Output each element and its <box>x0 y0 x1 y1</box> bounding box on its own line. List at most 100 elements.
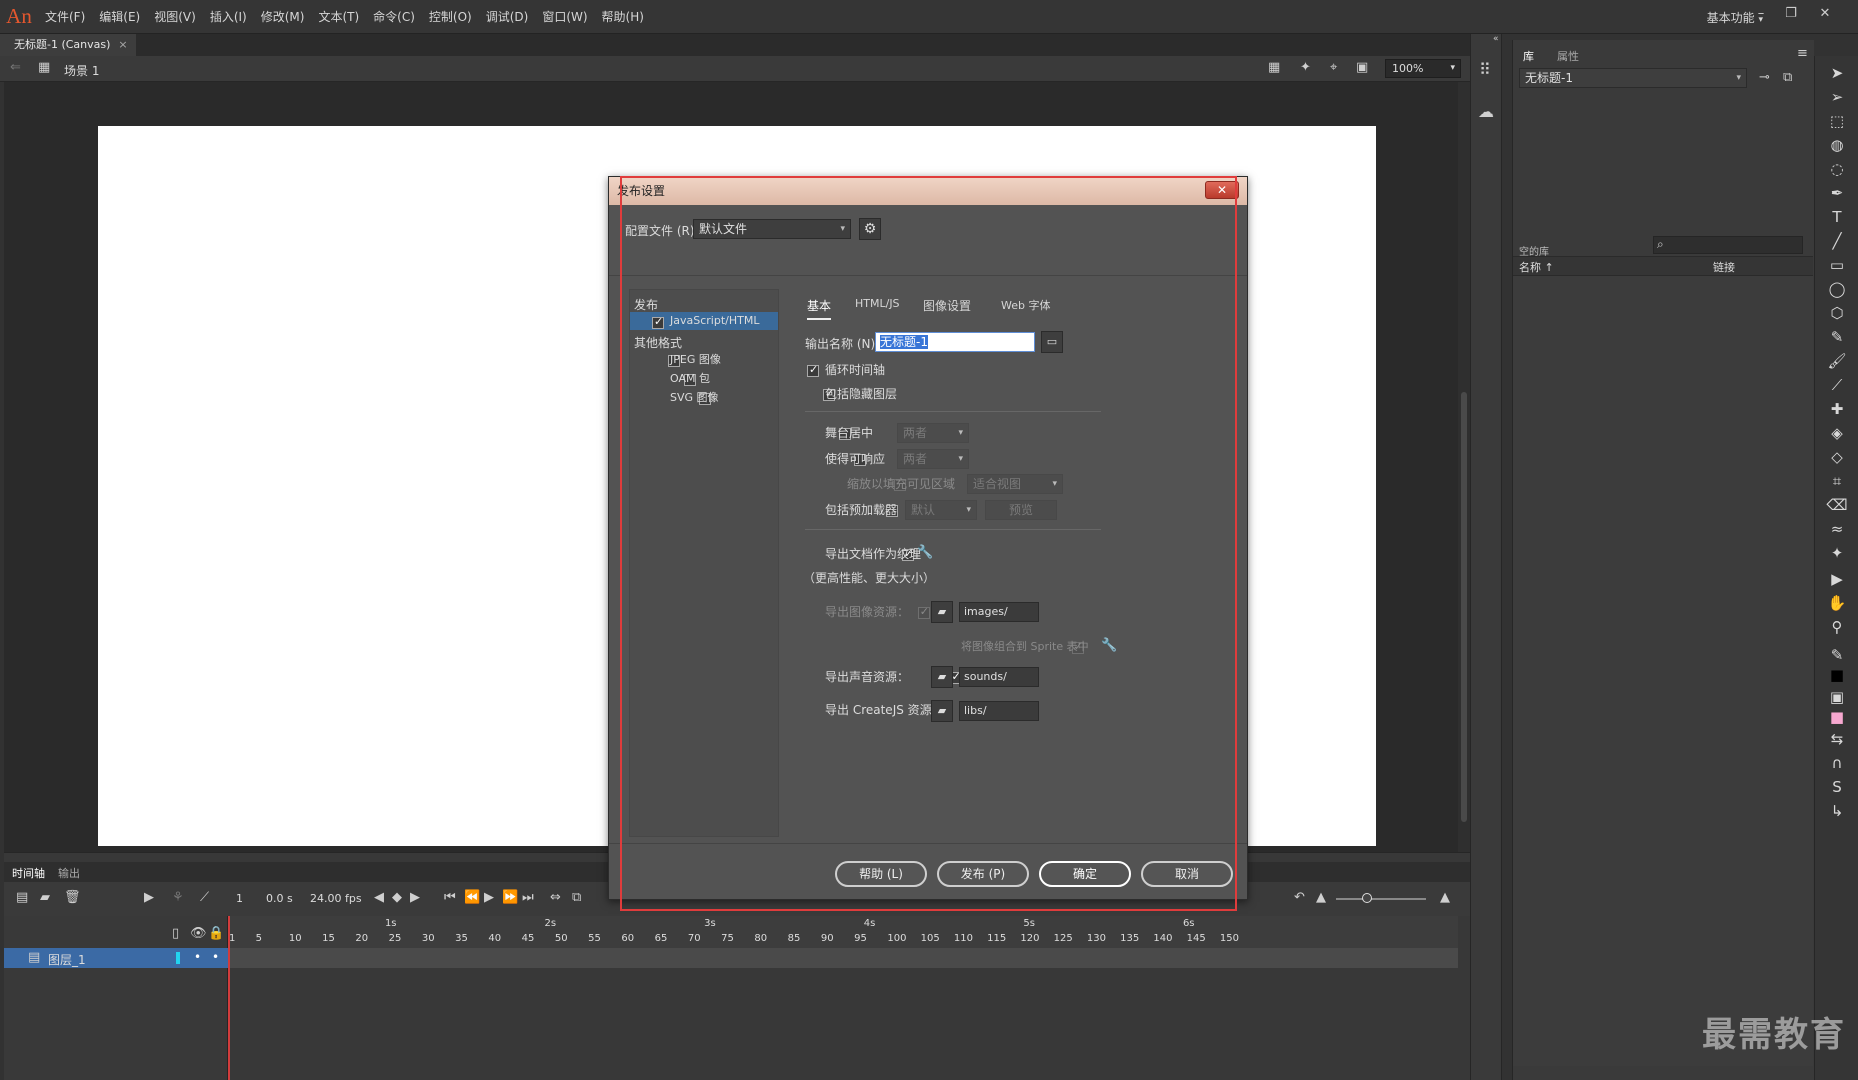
next-keyframe-icon[interactable]: ▶ <box>410 890 420 905</box>
menu-item-1[interactable]: 编辑(E) <box>92 0 147 34</box>
color-swatches-icon[interactable]: ⠿ <box>1479 60 1491 79</box>
fill-swatch-icon[interactable]: ■ <box>1823 706 1851 728</box>
ink-bottle-icon[interactable]: ◇ <box>1823 446 1851 468</box>
camera-icon[interactable]: ▶ <box>1823 568 1851 590</box>
zoom-in-icon[interactable]: ▲ <box>1440 890 1450 905</box>
camera-icon[interactable]: ▶ <box>144 890 154 905</box>
eraser-icon[interactable]: ⌫ <box>1823 494 1851 516</box>
column-linkage[interactable]: 链接 <box>1713 259 1735 275</box>
straighten-icon[interactable]: ↳ <box>1823 800 1851 822</box>
menu-item-0[interactable]: 文件(F) <box>38 0 92 34</box>
timeline-ruler[interactable]: 1 5 10 15 20 25 30 35 40 45 50 55 60 65 70 75 80 85 90 95 10… <box>228 916 1458 948</box>
onion-skin-icon[interactable]: ⧉ <box>572 890 581 905</box>
play-icon[interactable]: ▶ <box>484 890 494 905</box>
text-icon[interactable]: T <box>1823 206 1851 228</box>
layer-frames[interactable] <box>228 948 1458 968</box>
line-icon[interactable]: ╱ <box>1823 230 1851 252</box>
layer-row[interactable]: ▤ 图层_1 • • <box>4 948 228 968</box>
stage-vertical-scrollbar[interactable] <box>1458 82 1470 852</box>
panel-menu-icon[interactable]: ≡ <box>1797 46 1808 61</box>
menu-item-5[interactable]: 文本(T) <box>311 0 366 34</box>
new-folder-icon[interactable]: ▰ <box>40 890 50 905</box>
rectangle-icon[interactable]: ▭ <box>1823 254 1851 276</box>
back-arrow-icon[interactable]: ⇐ <box>10 60 21 75</box>
zoom-slider[interactable] <box>1336 898 1426 900</box>
menu-item-6[interactable]: 命令(C) <box>366 0 422 34</box>
menu-item-4[interactable]: 修改(M) <box>254 0 312 34</box>
maximize-button[interactable]: ❐ <box>1776 2 1806 26</box>
menu-item-10[interactable]: 帮助(H) <box>595 0 651 34</box>
frame-rate[interactable]: 24.00 fps <box>310 892 362 905</box>
menu-item-8[interactable]: 调试(D) <box>479 0 536 34</box>
smooth-icon[interactable]: S <box>1823 776 1851 798</box>
last-frame-icon[interactable]: ⏭ <box>522 890 534 905</box>
new-library-panel-icon[interactable]: ⧉ <box>1783 70 1792 85</box>
minimize-button[interactable]: – <box>1746 2 1776 26</box>
layer-name[interactable]: 图层_1 <box>48 951 86 968</box>
free-transform-icon[interactable]: ⬚ <box>1823 110 1851 132</box>
polystar-icon[interactable]: ⬡ <box>1823 302 1851 324</box>
new-layer-icon[interactable]: ▤ <box>16 890 28 905</box>
menu-item-2[interactable]: 视图(V) <box>147 0 203 34</box>
pencil-icon[interactable]: ✎ <box>1823 326 1851 348</box>
edit-symbol-icon[interactable]: ✦ <box>1300 60 1311 75</box>
fill-icon[interactable]: ▣ <box>1823 686 1851 708</box>
3d-rotation-icon[interactable]: ◍ <box>1823 134 1851 156</box>
step-back-icon[interactable]: ⏪ <box>464 890 480 905</box>
undo-icon[interactable]: ↶ <box>1294 890 1305 905</box>
parenting-icon[interactable]: ⚘ <box>172 890 184 905</box>
zoom-slider-handle[interactable] <box>1362 893 1372 903</box>
stroke-color-icon[interactable]: ✎ <box>1823 644 1851 666</box>
pen-icon[interactable]: ✒ <box>1823 182 1851 204</box>
paint-bucket-icon[interactable]: ◈ <box>1823 422 1851 444</box>
brush-icon[interactable]: ⟋ <box>1823 374 1851 396</box>
swap-colors-icon[interactable]: ⇆ <box>1823 728 1851 750</box>
creative-cloud-icon[interactable]: ☁ <box>1478 102 1494 121</box>
paint-brush-icon[interactable]: 🖌 <box>1823 350 1851 372</box>
oval-icon[interactable]: ◯ <box>1823 278 1851 300</box>
lock-icon[interactable]: 🔒 <box>208 926 224 941</box>
clip-icon[interactable]: ▣ <box>1356 60 1368 75</box>
edit-scene-icon[interactable]: ▦ <box>1268 60 1280 75</box>
selection-tool-icon[interactable]: ➤ <box>1823 62 1851 84</box>
lasso-icon[interactable]: ◌ <box>1823 158 1851 180</box>
graph-icon[interactable]: ⟋ <box>200 890 209 905</box>
first-frame-icon[interactable]: ⏮ <box>444 890 456 905</box>
zoom-icon[interactable]: ⚲ <box>1823 616 1851 638</box>
library-search-input[interactable] <box>1653 236 1803 254</box>
prev-keyframe-icon[interactable]: ◀ <box>374 890 384 905</box>
stroke-swatch-icon[interactable]: ■ <box>1823 664 1851 686</box>
playhead[interactable] <box>228 916 230 1080</box>
visibility-dot[interactable]: • <box>194 950 201 964</box>
lock-dot[interactable]: • <box>212 950 219 964</box>
current-time[interactable]: 0.0 s <box>266 892 293 905</box>
asset-warp-icon[interactable]: ✦ <box>1823 542 1851 564</box>
step-forward-icon[interactable]: ⏩ <box>502 890 518 905</box>
column-name[interactable]: 名称 ↑ <box>1519 259 1554 275</box>
outline-icon[interactable]: ▯ <box>172 926 179 941</box>
current-frame[interactable]: 1 <box>236 892 243 905</box>
tab-properties[interactable]: 属性 <box>1557 48 1579 64</box>
document-tab[interactable]: 无标题-1 (Canvas) × <box>0 34 136 56</box>
scrollbar-thumb[interactable] <box>1461 392 1467 822</box>
collapse-panels-icon[interactable]: « <box>1493 34 1499 44</box>
menu-item-9[interactable]: 窗口(W) <box>535 0 594 34</box>
tab-timeline[interactable]: 时间轴 <box>12 865 45 881</box>
hand-icon[interactable]: ✋ <box>1823 592 1851 614</box>
close-tab-icon[interactable]: × <box>118 38 127 51</box>
subselection-tool-icon[interactable]: ➢ <box>1823 86 1851 108</box>
snap-icon[interactable]: ∩ <box>1823 752 1851 774</box>
eyedropper-icon[interactable]: ⌗ <box>1823 470 1851 492</box>
layer-color-swatch[interactable] <box>176 952 180 964</box>
eye-icon[interactable]: 👁 <box>190 926 207 941</box>
center-stage-icon[interactable]: ⌖ <box>1330 60 1337 75</box>
bone-icon[interactable]: ✚ <box>1823 398 1851 420</box>
loop-icon[interactable]: ⇔ <box>550 890 561 905</box>
add-keyframe-icon[interactable]: ◆ <box>392 890 402 905</box>
zoom-select[interactable]: 100% ▾ <box>1385 59 1461 78</box>
menu-item-3[interactable]: 插入(I) <box>203 0 254 34</box>
menu-item-7[interactable]: 控制(O) <box>422 0 479 34</box>
width-tool-icon[interactable]: ≈ <box>1823 518 1851 540</box>
close-button[interactable]: ✕ <box>1810 2 1840 26</box>
delete-layer-icon[interactable]: 🗑 <box>64 890 81 905</box>
